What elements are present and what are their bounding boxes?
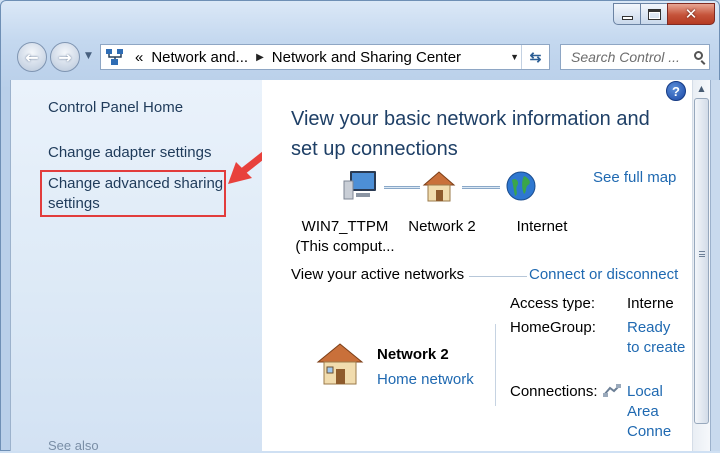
connect-or-disconnect-link[interactable]: Connect or disconnect xyxy=(529,266,678,283)
highlight-box xyxy=(40,170,226,217)
maximize-icon xyxy=(647,8,661,20)
computer-subtitle: (This comput... xyxy=(295,238,395,255)
vertical-divider xyxy=(495,324,496,406)
back-arrow-icon: ← xyxy=(25,47,39,67)
ethernet-connection-icon xyxy=(603,384,621,397)
search-box[interactable] xyxy=(560,44,710,70)
recent-pages-dropdown-icon[interactable]: ▼ xyxy=(85,51,92,61)
forward-button[interactable]: → xyxy=(50,42,80,72)
window-right-border xyxy=(710,80,720,451)
active-network-name: Network 2 xyxy=(377,346,449,363)
maximize-button[interactable] xyxy=(640,3,668,25)
scroll-thumb[interactable] xyxy=(694,98,709,424)
search-input[interactable] xyxy=(569,48,694,66)
map-connection-line xyxy=(384,186,420,189)
help-icon[interactable]: ? xyxy=(666,81,686,101)
home-network-icon xyxy=(422,171,456,202)
see-full-map-link[interactable]: See full map xyxy=(593,169,676,186)
map-computer-node[interactable]: WIN7_TTPM (This comput... xyxy=(290,217,400,257)
active-networks-heading: View your active networks xyxy=(291,266,465,283)
change-adapter-settings-link[interactable]: Change adapter settings xyxy=(48,144,211,161)
breadcrumb-separator-icon[interactable]: ▶ xyxy=(256,52,264,63)
close-icon: ✕ xyxy=(684,4,698,23)
control-panel-home-link[interactable]: Control Panel Home xyxy=(48,99,183,116)
forward-arrow-icon: → xyxy=(58,47,72,67)
map-connection-line xyxy=(462,186,500,189)
scroll-grip-icon xyxy=(699,251,705,257)
refresh-button[interactable]: ⇆ xyxy=(521,45,549,69)
back-button[interactable]: ← xyxy=(17,42,47,72)
left-task-pane: Control Panel Home Change adapter settin… xyxy=(10,80,262,453)
search-icon[interactable] xyxy=(694,51,706,65)
address-overflow-chevron[interactable]: « xyxy=(135,49,143,66)
caption-buttons: ✕ xyxy=(613,3,715,25)
address-dropdown-icon[interactable]: ▼ xyxy=(510,52,519,62)
map-network-node[interactable]: Network 2 xyxy=(400,217,484,237)
close-button[interactable]: ✕ xyxy=(667,3,715,25)
homegroup-ready-link[interactable]: Ready to create xyxy=(627,318,687,358)
home-network-large-icon xyxy=(316,343,364,385)
refresh-icon: ⇆ xyxy=(529,48,542,65)
minimize-button[interactable] xyxy=(613,3,641,25)
local-area-connection-link[interactable]: Local Area Conne xyxy=(627,382,687,442)
vertical-scrollbar[interactable]: ▲ xyxy=(692,80,710,451)
address-bar[interactable]: « Network and... ▶ Network and Sharing C… xyxy=(100,44,550,70)
page-title: View your basic network information and … xyxy=(291,108,650,160)
connections-label: Connections: xyxy=(510,383,598,400)
internet-globe-icon xyxy=(506,171,536,201)
computer-icon xyxy=(343,171,376,200)
breadcrumb-network-and-internet[interactable]: Network and... xyxy=(151,49,248,66)
minimize-icon xyxy=(621,16,633,20)
map-internet-node[interactable]: Internet xyxy=(502,217,582,237)
main-content: ? View your basic network information an… xyxy=(262,80,692,451)
section-divider xyxy=(469,276,527,277)
navigation-bar: ← → ▼ « Network and... ▶ Network and Sha… xyxy=(0,36,720,78)
access-type-value: Interne xyxy=(627,295,674,312)
scroll-up-button[interactable]: ▲ xyxy=(693,80,710,97)
access-type-label: Access type: xyxy=(510,295,596,312)
network-center-icon xyxy=(103,45,127,69)
network-type-link[interactable]: Home network xyxy=(377,371,474,388)
breadcrumb-network-sharing-center[interactable]: Network and Sharing Center xyxy=(272,49,461,66)
computer-name: WIN7_TTPM xyxy=(301,218,389,235)
homegroup-label: HomeGroup: xyxy=(510,319,596,336)
